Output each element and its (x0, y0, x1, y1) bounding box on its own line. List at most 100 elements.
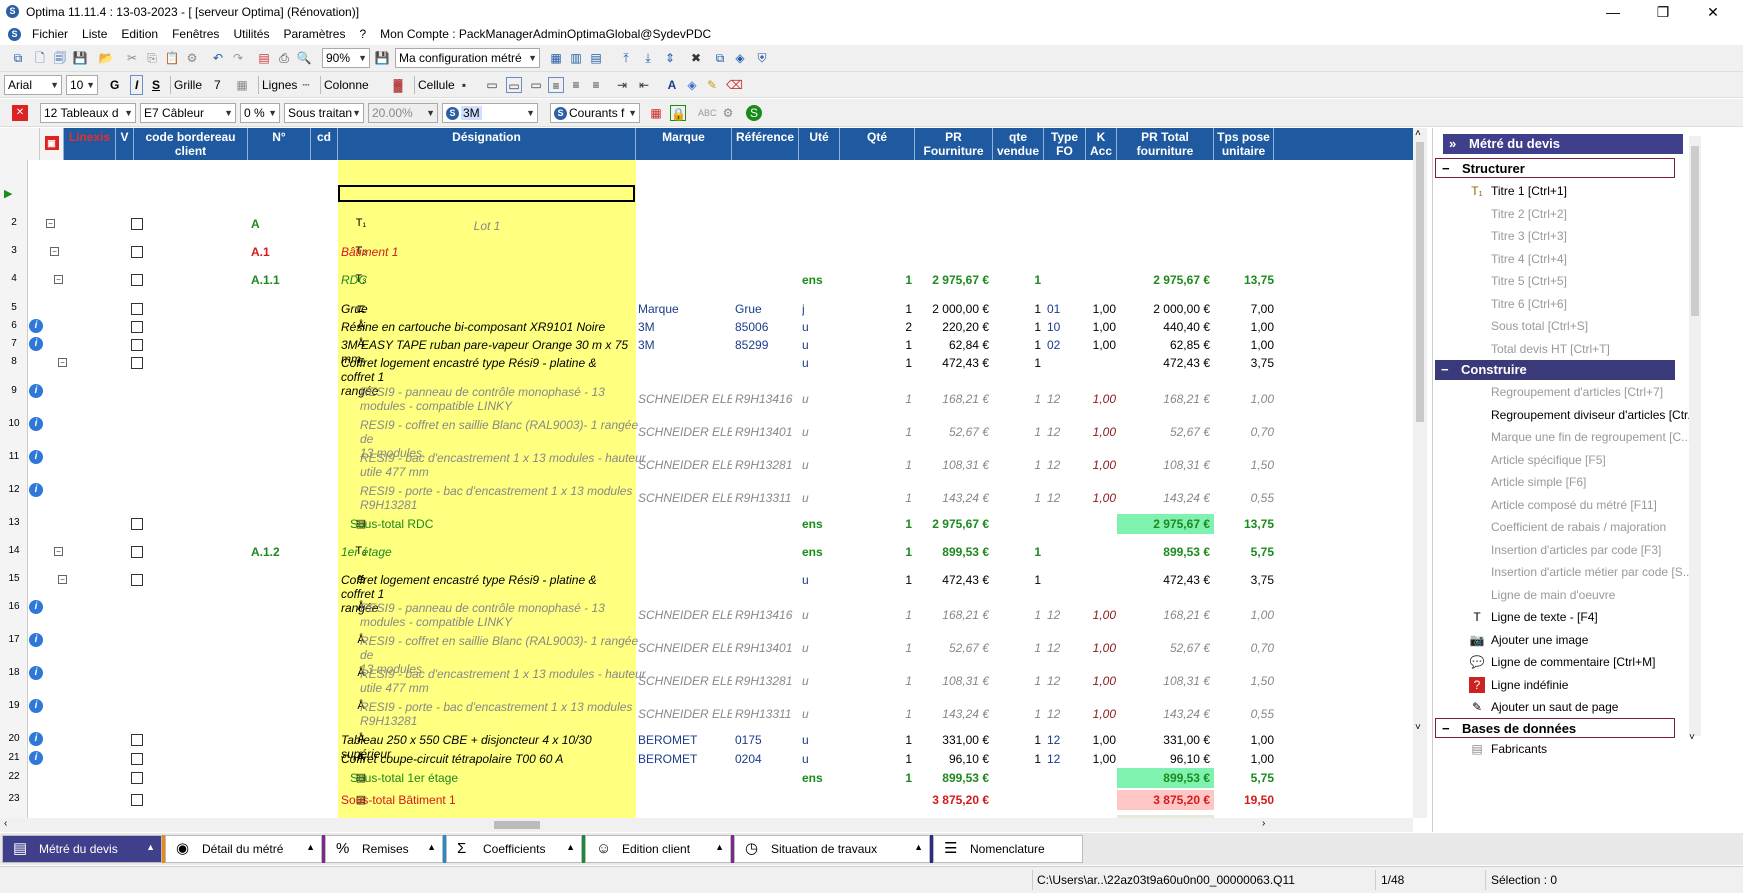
header-pr-fourniture-unitaire[interactable]: PR Fourniture unitaire (915, 128, 993, 160)
metre-grid[interactable]: ▣ Linexis V code bordereau client N° cd … (0, 128, 1413, 818)
info-icon[interactable]: i (29, 319, 43, 333)
panel-item-construire[interactable]: Ajouter un saut de page (1491, 696, 1618, 718)
designation-cell[interactable]: RESI9 - bac d'encastrement 1 x 13 module… (360, 667, 652, 695)
lock-icon[interactable]: 🔒 (670, 105, 686, 121)
panel-scroll-down-icon[interactable]: ˅ (1689, 732, 1695, 743)
copy-document-icon[interactable]: 🗐 (52, 50, 68, 66)
info-icon[interactable]: i (29, 417, 43, 431)
marque-select[interactable]: S 3M ▼ (442, 103, 538, 123)
designation-cell[interactable]: Résine en cartouche bi-composant XR9101 … (341, 320, 633, 334)
header-linexis[interactable]: Linexis (64, 128, 116, 160)
collapse-toggle-icon[interactable]: − (50, 247, 59, 256)
pdf-icon[interactable]: ▤ (256, 50, 272, 66)
panel-item-construire[interactable]: Article spécifique [F5] (1491, 449, 1606, 471)
scroll-down-icon[interactable]: ˅ (1415, 722, 1421, 733)
shield-icon[interactable]: ⛨ (754, 50, 770, 66)
tab-coefficients[interactable]: Σ Coefficients ▲ (446, 835, 582, 863)
border-top-icon[interactable]: ▭ (484, 77, 500, 93)
column-color-icon[interactable]: ▓ (390, 77, 406, 93)
header-tps-pose-unitaire[interactable]: Tps pose unitaire (1214, 128, 1274, 160)
fill-color-icon[interactable]: ◈ (684, 77, 700, 93)
panel-item-structurer[interactable]: Titre 3 [Ctrl+3] (1491, 225, 1567, 247)
config-select[interactable]: Ma configuration métré ▼ (395, 48, 540, 68)
header-qte[interactable]: Qté (840, 128, 915, 160)
strike-button[interactable]: S (152, 75, 160, 95)
panel-item-construire[interactable]: Article composé du métré [F11] (1491, 494, 1657, 516)
menu-fenetres[interactable]: Fenêtres (165, 27, 226, 41)
collapse-toggle-icon[interactable]: − (58, 575, 67, 584)
info-icon[interactable]: i (29, 450, 43, 464)
scroll-right-icon[interactable]: › (1262, 818, 1265, 829)
column-config-icon[interactable]: ▦ (548, 50, 564, 66)
header-v[interactable]: V (116, 128, 134, 160)
new-window-icon[interactable]: ⧉ (10, 50, 26, 66)
row-checkbox[interactable] (131, 734, 143, 746)
panel-item-structurer[interactable]: Titre 1 [Ctrl+1] (1491, 180, 1567, 202)
paste-icon[interactable]: 📋 (164, 50, 180, 66)
panel-item-structurer[interactable]: Titre 5 [Ctrl+5] (1491, 270, 1567, 292)
percent-select[interactable]: 0 % ▼ (240, 103, 280, 123)
panel-item-construire[interactable]: Ligne indéfinie (1491, 674, 1568, 696)
row-checkbox[interactable] (131, 246, 143, 258)
panel-item-structurer[interactable]: Titre 4 [Ctrl+4] (1491, 248, 1567, 270)
designation-cell[interactable]: Sous-total 1er étage (350, 771, 642, 785)
header-pr-total-fourniture[interactable]: PR Total fourniture (1117, 128, 1214, 160)
tab-edition-client[interactable]: ☺ Edition client ▲ (585, 835, 731, 863)
cut-icon[interactable]: ✂ (124, 50, 140, 66)
border-middle-icon[interactable]: ▭ (506, 77, 522, 93)
header-designation[interactable]: Désignation (338, 128, 636, 160)
layout-icon[interactable]: ▤ (588, 50, 604, 66)
collapse-toggle-icon[interactable]: − (58, 358, 67, 367)
align-left-icon[interactable]: ≡ (548, 77, 564, 93)
copy-icon[interactable]: ⎘ (144, 50, 160, 66)
panel-item-construire[interactable]: Insertion d'articles par code [F3] (1491, 539, 1661, 561)
delete-icon[interactable]: ✕ (12, 105, 28, 121)
row-checkbox[interactable] (131, 772, 143, 784)
cableur-select[interactable]: E7 Câbleur ▼ (140, 103, 236, 123)
panel-item-structurer[interactable]: Titre 6 [Ctrl+6] (1491, 293, 1567, 315)
info-icon[interactable]: i (29, 751, 43, 765)
tab-remises[interactable]: % Remises ▲ (325, 835, 443, 863)
panel-item-construire[interactable]: Ajouter une image (1491, 629, 1588, 651)
row-checkbox[interactable] (131, 794, 143, 806)
menu-help[interactable]: ? (352, 27, 373, 41)
row-config-icon[interactable]: ▥ (568, 50, 584, 66)
zoom-select[interactable]: 90% ▼ (322, 48, 370, 68)
special-paste-icon[interactable]: ⚙ (184, 50, 200, 66)
collapse-toggle-icon[interactable]: − (54, 275, 63, 284)
font-size-select[interactable]: 10 ▼ (66, 75, 98, 95)
collapse-panel-icon[interactable]: » (1449, 134, 1456, 154)
info-icon[interactable]: i (29, 337, 43, 351)
border-bottom-icon[interactable]: ▭ (528, 77, 544, 93)
panel-item-structurer[interactable]: Sous total [Ctrl+S] (1491, 315, 1588, 337)
section-structurer[interactable]: − Structurer (1435, 158, 1675, 178)
undo-icon[interactable]: ↶ (210, 50, 226, 66)
indent-icon[interactable]: ⇥ (614, 77, 630, 93)
menu-liste[interactable]: Liste (75, 27, 114, 41)
new-document-icon[interactable]: 🗋 (32, 50, 48, 66)
panel-scrollbar[interactable] (1689, 136, 1701, 736)
header-numero[interactable]: N° (248, 128, 311, 160)
header-code-bordereau[interactable]: code bordereau client (134, 128, 248, 160)
menu-edition[interactable]: Edition (114, 27, 165, 41)
designation-cell[interactable]: Coffret coupe-circuit tétrapolaire T00 6… (341, 752, 633, 766)
designation-cell[interactable]: Lot 1 (341, 219, 633, 233)
panel-item-construire[interactable]: Marque une fin de regroupement [C... (1491, 426, 1691, 448)
color-grid-icon[interactable]: ▦ (648, 105, 664, 121)
row-checkbox[interactable] (131, 339, 143, 351)
vertical-scrollbar[interactable]: ˄ ˅ (1413, 128, 1427, 818)
row-checkbox[interactable] (131, 321, 143, 333)
spellcheck-icon[interactable]: ABC (698, 105, 717, 121)
open-folder-icon[interactable]: 📂 (98, 50, 114, 66)
move-bottom-icon[interactable]: ⤓ (640, 50, 656, 66)
header-type-fo[interactable]: Type FO (1044, 128, 1086, 160)
tab-metre-du-devis[interactable]: ▤ Métré du devis ▲ (2, 835, 162, 863)
row-checkbox[interactable] (131, 574, 143, 586)
horizontal-scrollbar[interactable]: ‹ › (0, 818, 1413, 832)
tools-icon[interactable]: ✖ (688, 50, 704, 66)
panel-item-fabricants[interactable]: Fabricants (1491, 738, 1547, 760)
designation-cell[interactable]: RDC (341, 273, 633, 287)
rate-select[interactable]: 20.00% ▼ (368, 103, 438, 123)
cell-style-icon[interactable]: ▪ (456, 77, 472, 93)
scroll-up-icon[interactable]: ˄ (1415, 128, 1421, 139)
